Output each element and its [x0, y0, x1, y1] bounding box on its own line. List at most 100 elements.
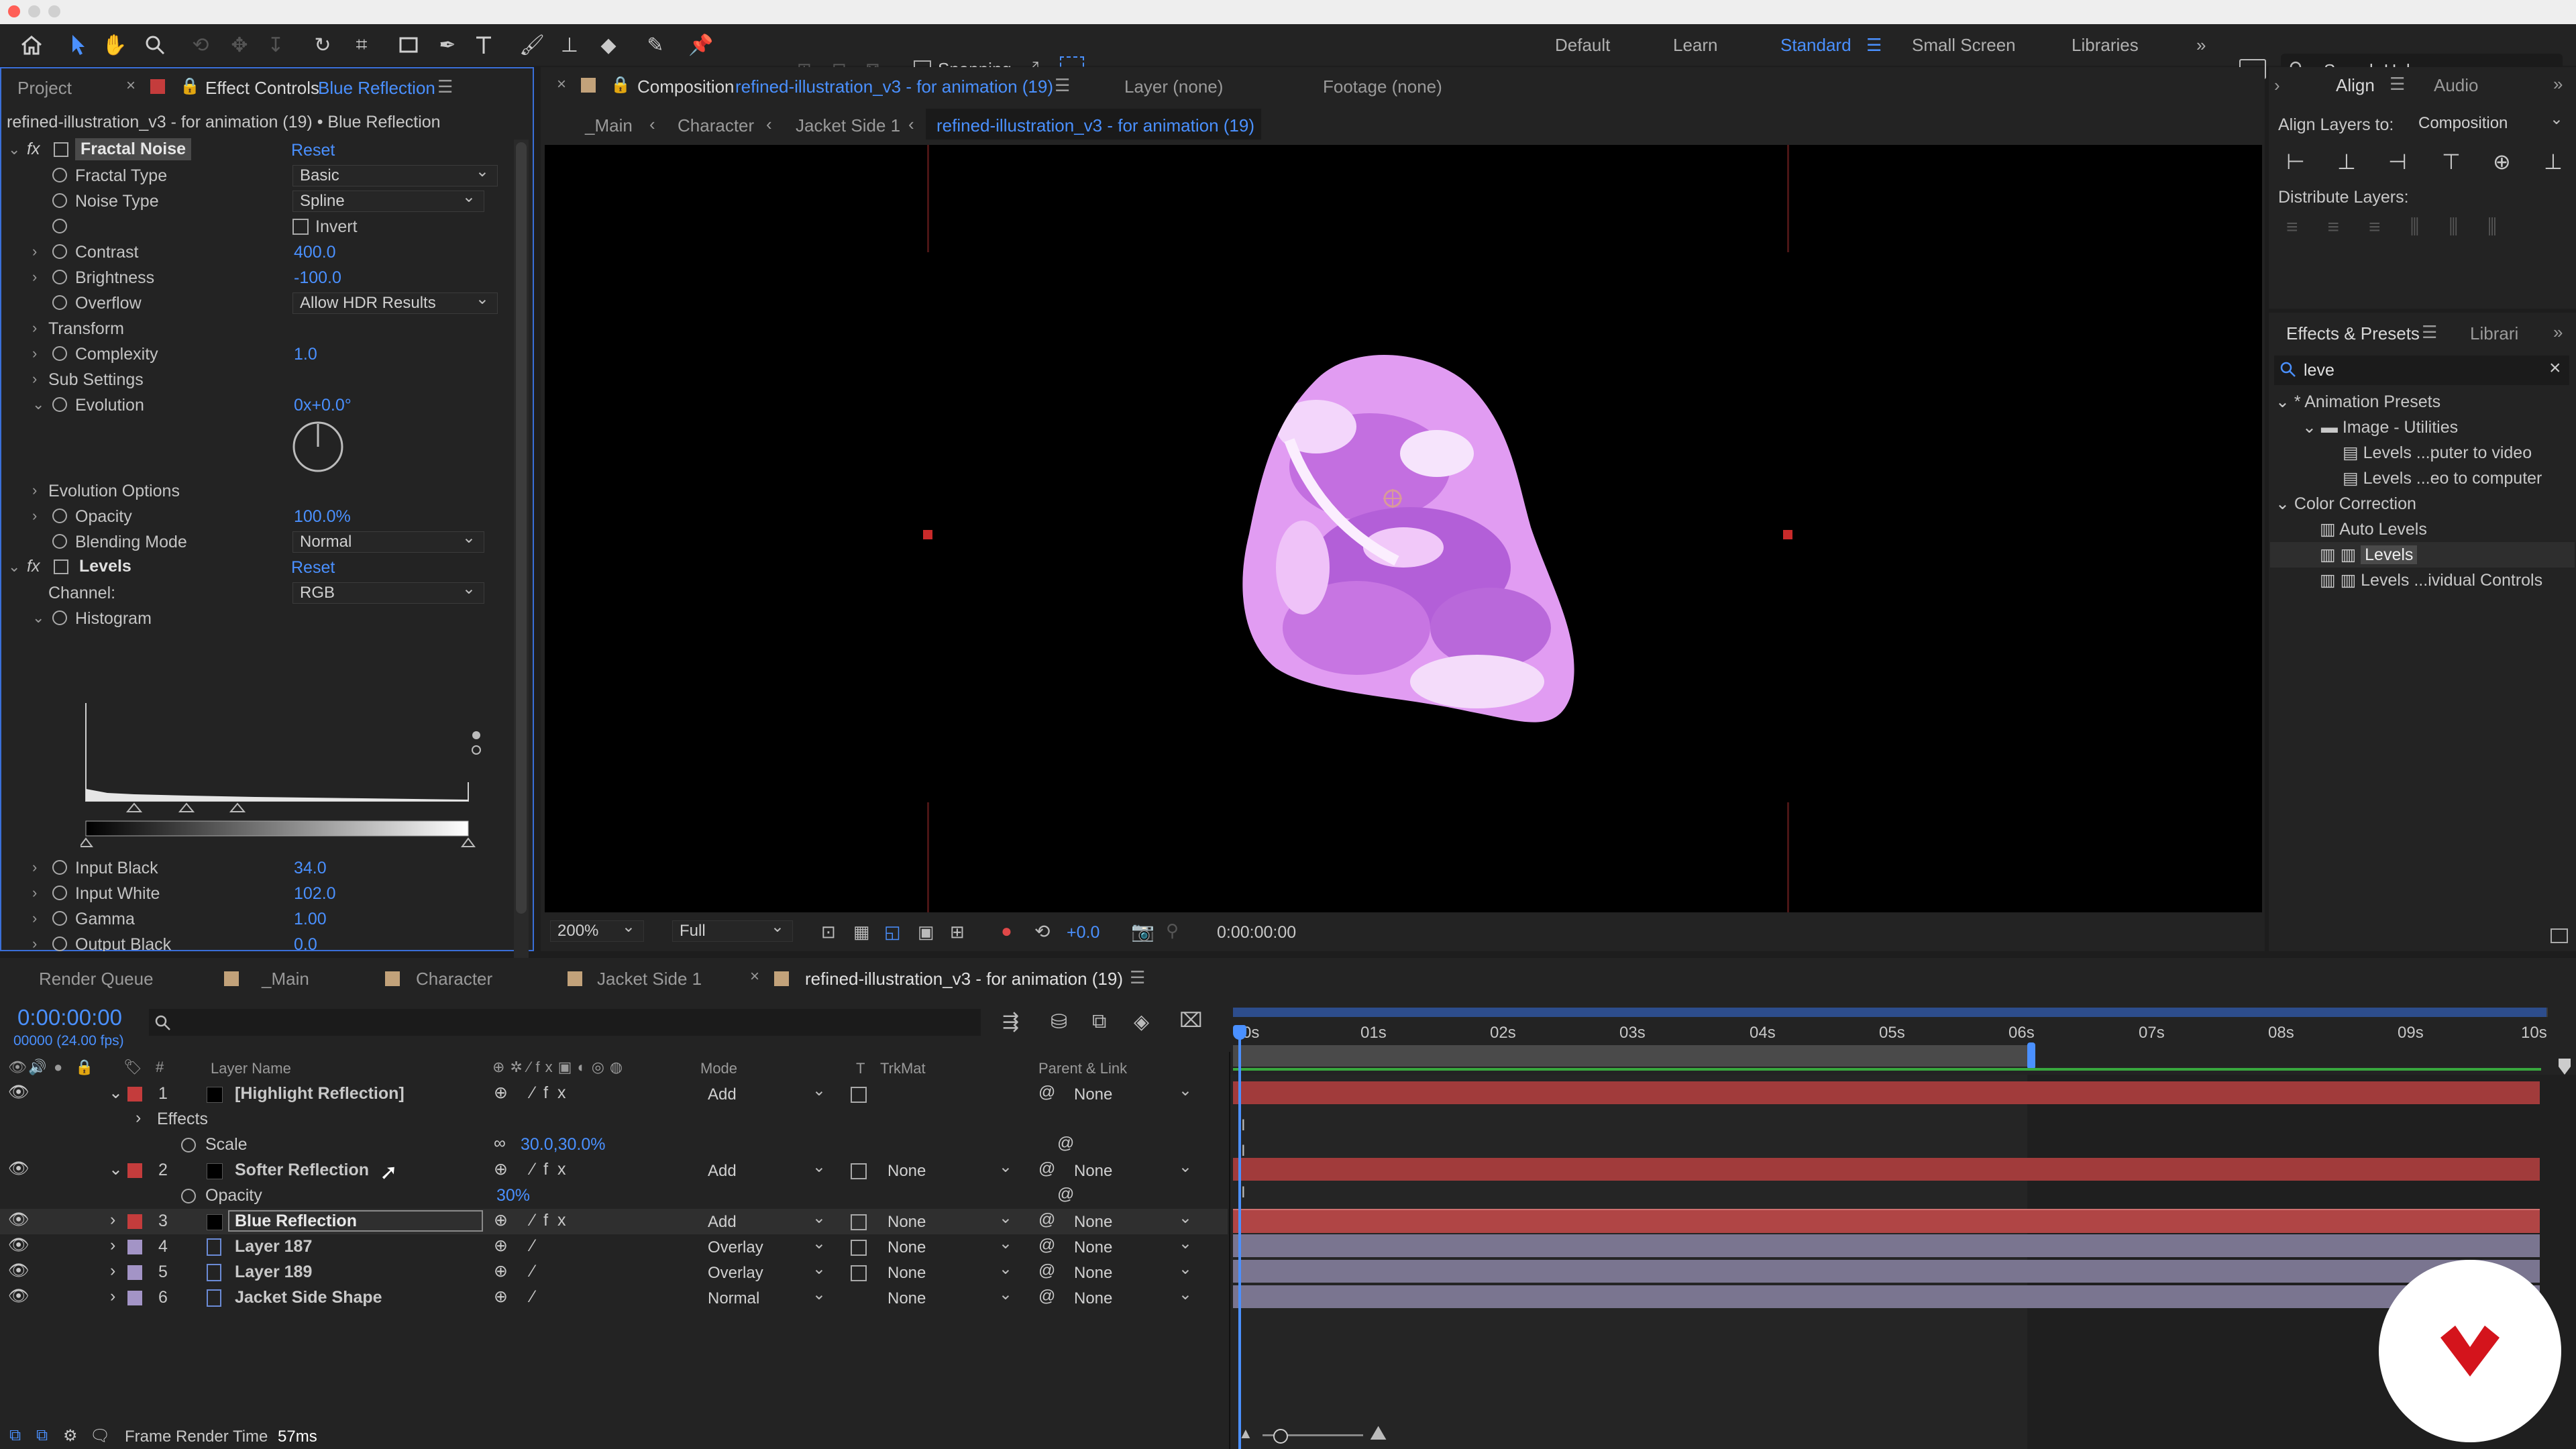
preserve-transparency-checkbox[interactable] — [851, 1265, 867, 1281]
channel-select[interactable]: RGB — [292, 579, 484, 604]
reset-exposure-icon[interactable]: ⟲ — [1034, 920, 1050, 943]
zoom-in-icon[interactable]: ⛰ — [1370, 1422, 1387, 1445]
stopwatch-icon[interactable] — [52, 936, 67, 951]
workspace-libraries[interactable]: Libraries — [2072, 35, 2139, 56]
layer-row-5[interactable]: 👁 › 5 Layer 189 ⊕ ⁄ Overlay None @ None — [0, 1259, 1228, 1285]
hand-tool-icon[interactable]: ✋ — [101, 31, 129, 59]
input-white-value[interactable]: 102.0 — [294, 884, 336, 904]
expand-triangle-icon[interactable]: › — [32, 345, 37, 362]
layer-switches-icon[interactable]: ⊕ ⁄ — [494, 1236, 543, 1256]
layer-bar-jacket-side-shape[interactable] — [1233, 1285, 2540, 1308]
region-of-interest-icon[interactable]: ▣ — [918, 922, 934, 943]
collapse-triangle-icon[interactable]: ⌄ — [2275, 494, 2294, 513]
tab-footage[interactable]: Footage (none) — [1323, 76, 1442, 97]
levels-histogram[interactable] — [80, 702, 483, 849]
pick-whip-icon[interactable]: @ — [1038, 1236, 1055, 1255]
layer-row-3[interactable]: 👁 › 3 Blue Reflection ⊕ ⁄fx Add None @ N… — [0, 1208, 1228, 1234]
mode-header[interactable]: Mode — [700, 1060, 737, 1077]
more-workspaces-icon[interactable]: » — [2196, 35, 2206, 56]
expression-pick-whip-icon[interactable]: @ — [1057, 1185, 1074, 1204]
visibility-eye-icon[interactable]: 👁 — [8, 1159, 30, 1179]
layer-label-color[interactable] — [127, 1291, 142, 1305]
visibility-eye-icon[interactable]: 👁 — [8, 1287, 30, 1306]
expand-triangle-icon[interactable]: › — [110, 1261, 115, 1281]
visibility-eye-icon[interactable]: 👁 — [8, 1261, 30, 1281]
opacity-value[interactable]: 30% — [496, 1186, 530, 1205]
output-black-value[interactable]: 0.0 — [294, 935, 317, 951]
pick-whip-icon[interactable]: @ — [1038, 1287, 1055, 1306]
tab-align[interactable]: Align — [2336, 75, 2375, 96]
scrollbar-thumb[interactable] — [516, 142, 527, 914]
layer-label-color[interactable] — [127, 1214, 142, 1229]
tab-effects-presets[interactable]: Effects & Presets — [2286, 323, 2420, 344]
close-tab-icon[interactable]: × — [750, 967, 759, 986]
crumb-character[interactable]: Character — [678, 115, 754, 136]
dolly-camera-tool-icon[interactable]: ↧ — [262, 31, 290, 59]
mask-visibility-icon[interactable]: ◱ — [884, 922, 901, 943]
layer-name[interactable]: Blue Reflection — [235, 1212, 357, 1231]
parent-select[interactable]: None — [1067, 1157, 1201, 1182]
complexity-value[interactable]: 1.0 — [294, 345, 317, 364]
timeline-zoom-control[interactable]: ▲ ⛰ — [1238, 1422, 1399, 1449]
layer-bar-layer-189[interactable] — [1233, 1260, 2540, 1283]
layer-mode-select[interactable]: Add — [700, 1081, 835, 1106]
pick-whip-icon[interactable]: @ — [1038, 1159, 1055, 1179]
brush-tool-icon[interactable]: 🖌 — [518, 31, 546, 59]
fx-icon[interactable]: fx — [27, 140, 40, 159]
tab-refined-illustration[interactable]: refined-illustration_v3 - for animation … — [805, 969, 1123, 989]
workspace-default[interactable]: Default — [1555, 35, 1610, 56]
puppet-pin-tool-icon[interactable]: 📌 — [687, 31, 715, 59]
levels-reset-button[interactable]: Reset — [291, 558, 335, 578]
layer-bar-layer-187[interactable] — [1233, 1234, 2540, 1257]
brightness-value[interactable]: -100.0 — [294, 268, 341, 288]
scale-value[interactable]: 30.0,30.0% — [521, 1135, 606, 1155]
fx-icon[interactable]: fx — [27, 557, 40, 576]
work-area-end-handle[interactable] — [2027, 1042, 2035, 1069]
roto-brush-tool-icon[interactable]: ✎ — [641, 31, 669, 59]
selection-tool-icon[interactable] — [64, 31, 93, 59]
parent-select[interactable]: None — [1067, 1285, 1201, 1309]
stopwatch-icon[interactable] — [181, 1138, 196, 1152]
align-vertical-center-icon[interactable]: ⊕ — [2493, 149, 2511, 174]
stopwatch-icon[interactable] — [52, 244, 67, 259]
distribute-buttons-icon[interactable]: ≡≡≡⫼⫼⫼ — [2286, 216, 2526, 239]
layer-bar-highlight-reflection[interactable] — [1233, 1081, 2540, 1104]
layer-mode-select[interactable]: Overlay — [700, 1234, 835, 1258]
expand-triangle-icon[interactable]: › — [32, 370, 37, 388]
zoom-tool-icon[interactable] — [141, 31, 169, 59]
zoom-out-icon[interactable]: ▲ — [1238, 1425, 1253, 1442]
stopwatch-icon[interactable] — [52, 346, 67, 361]
collapse-triangle-icon[interactable]: ⌄ — [109, 1159, 123, 1179]
trkmat-header[interactable]: TrkMat — [880, 1060, 926, 1077]
visibility-eye-icon[interactable]: 👁 — [8, 1210, 30, 1230]
align-top-icon[interactable]: ⊤ — [2442, 149, 2461, 174]
transform-row[interactable]: › Transform — [1, 317, 533, 342]
layer-mode-select[interactable]: Overlay — [700, 1259, 835, 1284]
fast-previews-icon[interactable]: ⊡ — [821, 922, 836, 943]
lock-icon[interactable]: 🔒 — [610, 75, 631, 95]
layer-bar-blue-reflection[interactable] — [1233, 1209, 2540, 1233]
preserve-transparency-checkbox[interactable] — [851, 1163, 867, 1179]
tree-item-color-correction[interactable]: ⌄ Color Correction — [2275, 494, 2416, 514]
exposure-value[interactable]: +0.0 — [1067, 923, 1099, 943]
hide-shy-layers-icon[interactable]: ⧉ — [1092, 1010, 1106, 1033]
expand-triangle-icon[interactable]: › — [32, 482, 37, 499]
rectangle-tool-icon[interactable] — [394, 31, 423, 59]
channel-rgb-icon[interactable]: ● — [1001, 920, 1012, 942]
zoom-slider-thumb[interactable] — [1273, 1429, 1288, 1444]
input-black-value[interactable]: 34.0 — [294, 859, 327, 878]
transparency-grid-icon[interactable]: ▦ — [853, 922, 870, 943]
clone-stamp-tool-icon[interactable]: ⊥ — [555, 31, 584, 59]
tree-item-levels-video-to-computer[interactable]: ▤ Levels ...eo to computer — [2343, 468, 2542, 488]
fractal-type-select[interactable]: Basic — [292, 162, 498, 186]
expand-triangle-icon[interactable]: › — [32, 884, 37, 902]
layer-mode-select[interactable]: Add — [700, 1157, 835, 1182]
collapse-triangle-icon[interactable]: ⌄ — [2302, 418, 2321, 437]
expand-triangle-icon[interactable]: › — [32, 910, 37, 927]
align-horizontal-center-icon[interactable]: ⊥ — [2337, 149, 2356, 174]
align-right-icon[interactable]: ⊣ — [2388, 149, 2407, 174]
new-folder-icon[interactable] — [2551, 928, 2568, 943]
stopwatch-icon[interactable] — [52, 911, 67, 926]
type-tool-icon[interactable] — [470, 31, 498, 59]
tree-item-levels-computer-to-video[interactable]: ▤ Levels ...puter to video — [2343, 443, 2532, 463]
